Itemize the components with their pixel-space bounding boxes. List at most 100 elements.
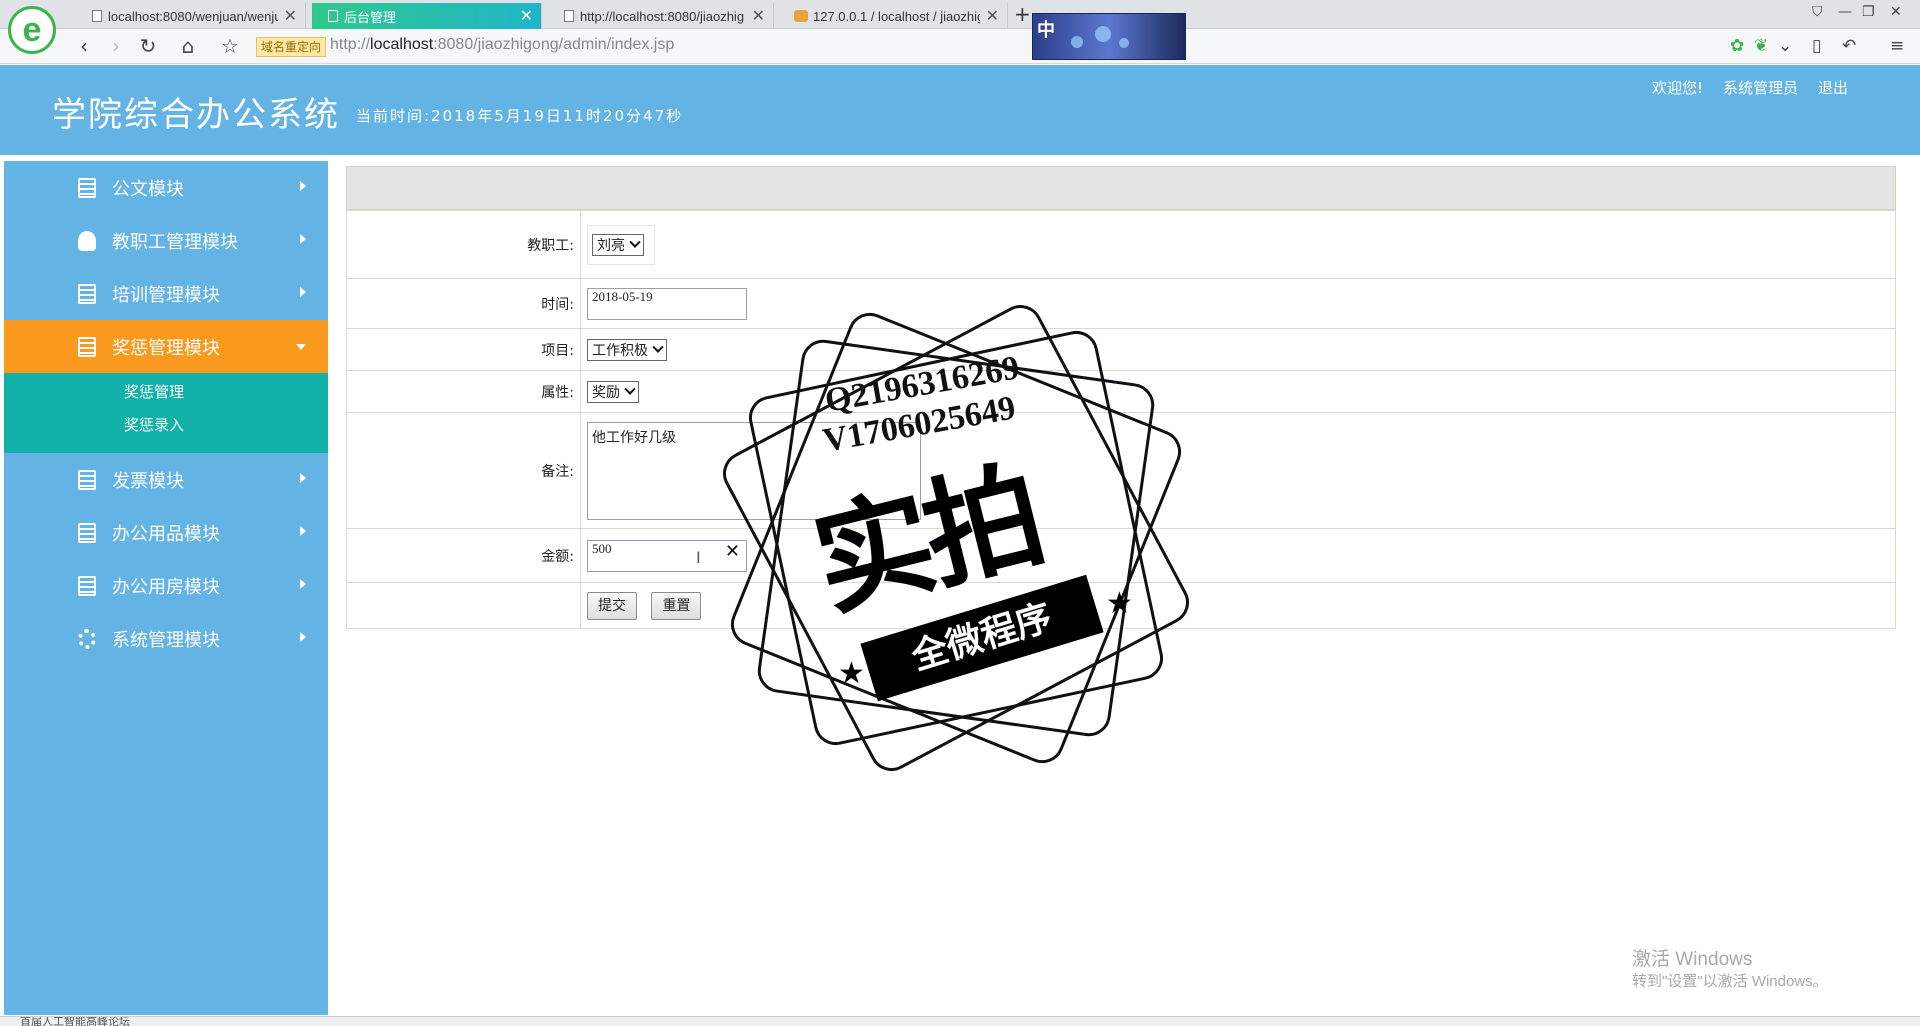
forward-icon[interactable]: › xyxy=(104,34,128,58)
browser-tab[interactable]: http://localhost:8080/jiaozhig ✕ xyxy=(548,3,774,29)
phpmyadmin-icon xyxy=(794,10,808,22)
sidebar-item-rewards[interactable]: 奖惩管理模块 xyxy=(4,320,328,373)
back-icon[interactable]: ‹ xyxy=(72,34,96,58)
ad-orb xyxy=(1071,36,1083,48)
browser-tab-active[interactable]: 后台管理 ✕ xyxy=(312,3,542,29)
browser-tab[interactable]: localhost:8080/wenjuan/wenju ✕ xyxy=(76,3,306,29)
amount-input[interactable]: 500 I ✕ xyxy=(587,539,747,572)
leaf-icon[interactable]: ❦ xyxy=(1754,36,1768,56)
chevron-right-icon xyxy=(300,287,306,297)
sidebar-item-rooms[interactable]: 办公用房模块 xyxy=(4,559,328,612)
browser-logo-icon: e xyxy=(8,6,56,54)
item-label: 项目: xyxy=(346,328,581,371)
chevron-down-icon xyxy=(629,236,641,248)
sidebar-item-system[interactable]: 系统管理模块 xyxy=(4,612,328,665)
undo-icon[interactable]: ↶ xyxy=(1842,36,1856,56)
skin-icon[interactable]: ⛉ xyxy=(1812,4,1823,20)
reward-entry-form: 教职工: 刘亮 时间: 2018-05-19 项目: 工作积极 属性: 奖励 备… xyxy=(346,210,1896,629)
reload-icon[interactable]: ↻ xyxy=(136,34,160,58)
close-tab-icon[interactable]: ✕ xyxy=(520,6,533,26)
submenu-item-rewards-entry[interactable]: 奖惩录入 xyxy=(4,414,328,447)
sidebar-item-training[interactable]: 培训管理模块 xyxy=(4,267,328,320)
windows-activation-subtitle: 转到"设置"以激活 Windows。 xyxy=(1632,973,1828,990)
url-input[interactable]: http://localhost:8080/jiaozhigong/admin/… xyxy=(330,36,674,54)
chevron-right-icon xyxy=(300,526,306,536)
logout-link[interactable]: 退出 xyxy=(1818,77,1848,98)
chevron-down-icon xyxy=(624,383,636,395)
note-textarea[interactable]: 他工作好几级 xyxy=(587,421,921,520)
current-user-link[interactable]: 系统管理员 xyxy=(1723,77,1798,98)
close-tab-icon[interactable]: ✕ xyxy=(284,6,297,26)
status-text: 首届人工智能高峰论坛 xyxy=(20,1016,130,1026)
form-row-attribute: 属性: 奖励 xyxy=(346,370,1896,413)
chevron-right-icon xyxy=(300,234,306,244)
bookmark-icon[interactable]: ▯ xyxy=(1812,36,1821,56)
status-bar: 首届人工智能高峰论坛 xyxy=(0,1016,1920,1026)
browser-tab[interactable]: 127.0.0.1 / localhost / jiaozhig ✕ xyxy=(778,3,1008,29)
amount-label: 金额: xyxy=(346,528,581,583)
submit-button[interactable]: 提交 xyxy=(587,591,637,620)
form-header-bar xyxy=(346,166,1896,210)
form-row-item: 项目: 工作积极 xyxy=(346,328,1896,371)
restore-icon[interactable]: ❐ xyxy=(1862,4,1875,20)
book-icon xyxy=(78,283,96,304)
document-icon xyxy=(328,10,338,22)
main-content: 教职工: 刘亮 时间: 2018-05-19 项目: 工作积极 属性: 奖励 备… xyxy=(346,166,1896,629)
book-icon xyxy=(78,522,96,543)
chevron-right-icon xyxy=(300,181,306,191)
current-time: 当前时间:2018年5月19日11时20分47秒 xyxy=(356,107,684,125)
chevron-down-icon xyxy=(296,344,306,350)
form-row-actions: 提交 重置 xyxy=(346,582,1896,629)
minimize-icon[interactable]: — xyxy=(1838,4,1852,20)
date-label: 时间: xyxy=(346,278,581,329)
employee-select-wrap: 刘亮 xyxy=(587,224,655,265)
ad-orb xyxy=(1095,26,1111,42)
form-row-note: 备注: 他工作好几级 xyxy=(346,412,1896,529)
rewards-submenu: 奖惩管理 奖惩录入 xyxy=(4,373,328,453)
clear-input-icon[interactable]: ✕ xyxy=(725,541,740,562)
star-icon: ★ xyxy=(838,656,865,691)
book-icon xyxy=(78,469,96,490)
form-row-date: 时间: 2018-05-19 xyxy=(346,278,1896,329)
form-row-amount: 金额: 500 I ✕ xyxy=(346,528,1896,583)
browser-tab-bar: localhost:8080/wenjuan/wenju ✕ 后台管理 ✕ ht… xyxy=(0,0,1920,29)
windows-activation-title: 激活 Windows xyxy=(1632,949,1753,970)
book-icon xyxy=(78,575,96,596)
close-tab-icon[interactable]: ✕ xyxy=(986,6,999,26)
chevron-down-icon xyxy=(652,341,664,353)
new-tab-button[interactable]: + xyxy=(1014,2,1031,26)
item-select[interactable]: 工作积极 xyxy=(587,338,667,361)
sidebar: 公文模块 教职工管理模块 培训管理模块 奖惩管理模块 奖惩管理 奖惩录入 发票模… xyxy=(4,161,328,1015)
close-tab-icon[interactable]: ✕ xyxy=(752,6,765,26)
date-input[interactable]: 2018-05-19 xyxy=(587,287,747,320)
attribute-select[interactable]: 奖励 xyxy=(587,380,639,403)
sidebar-item-documents[interactable]: 公文模块 xyxy=(4,161,328,214)
sidebar-item-supplies[interactable]: 办公用品模块 xyxy=(4,506,328,559)
sidebar-item-staff[interactable]: 教职工管理模块 xyxy=(4,214,328,267)
app-title: 学院综合办公系统 xyxy=(52,95,340,135)
book-icon xyxy=(78,177,96,198)
home-icon[interactable]: ⌂ xyxy=(176,34,200,58)
note-label: 备注: xyxy=(346,412,581,529)
sidebar-item-invoice[interactable]: 发票模块 xyxy=(4,453,328,506)
close-window-icon[interactable]: ✕ xyxy=(1890,4,1902,20)
employee-select[interactable]: 刘亮 xyxy=(592,233,644,256)
reset-button[interactable]: 重置 xyxy=(651,591,702,620)
address-bar: ‹ › ↻ ⌂ ☆ 域名重定向 http://localhost:8080/ji… xyxy=(0,29,1920,64)
employee-label: 教职工: xyxy=(346,210,581,279)
gear-icon xyxy=(78,628,96,649)
submenu-item-rewards-manage[interactable]: 奖惩管理 xyxy=(4,381,328,414)
text-cursor-icon: I xyxy=(696,547,701,567)
redirect-badge: 域名重定向 xyxy=(256,37,327,57)
accelerate-icon[interactable]: ✿ xyxy=(1730,36,1744,56)
chevron-down-icon[interactable]: ⌄ xyxy=(1778,36,1792,56)
chevron-right-icon xyxy=(300,632,306,642)
ad-orb xyxy=(1119,38,1129,48)
header-links: 欢迎您! 系统管理员 退出 xyxy=(1652,77,1848,98)
welcome-text: 欢迎您! xyxy=(1651,79,1703,97)
form-row-employee: 教职工: 刘亮 xyxy=(346,210,1896,279)
game-ad-banner[interactable]: 中 xyxy=(1032,13,1186,60)
favorite-star-icon[interactable]: ☆ xyxy=(218,34,242,58)
menu-icon[interactable]: ≡ xyxy=(1890,36,1904,56)
attribute-label: 属性: xyxy=(346,370,581,413)
